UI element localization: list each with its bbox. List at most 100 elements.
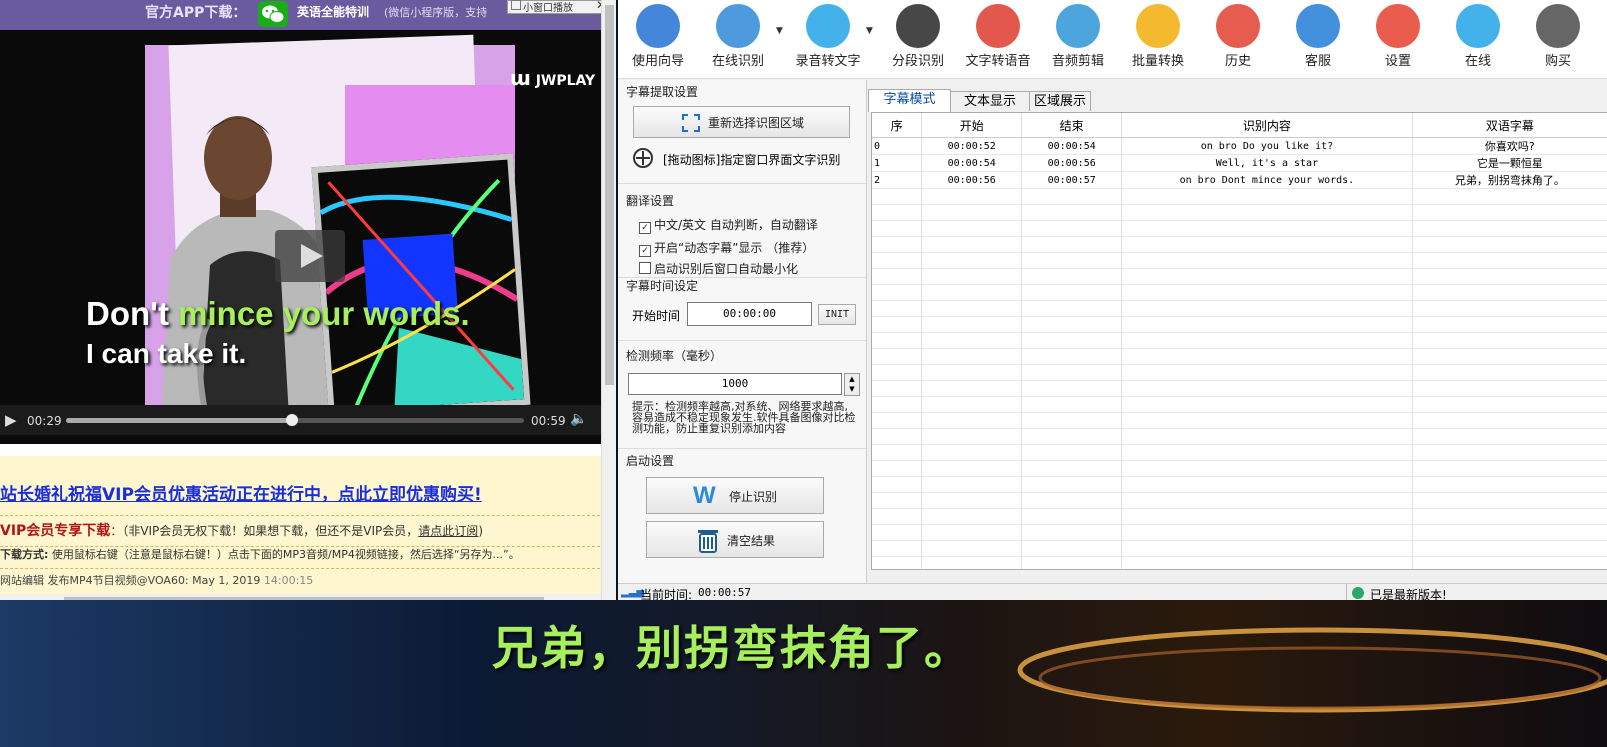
download-label: 下载方式: <box>0 548 49 561</box>
table-row[interactable] <box>872 508 1607 525</box>
vip-promo-link[interactable]: 站长婚礼祝福VIP会员优惠活动正在进行中，点此立即优惠购买! <box>0 480 600 516</box>
tab-subtitle-mode[interactable]: 字幕模式 <box>868 89 951 112</box>
table-cell <box>1021 412 1123 429</box>
tab-region-display[interactable]: 区域展示 <box>1029 91 1091 111</box>
table-row[interactable] <box>872 476 1607 493</box>
mini-window-button[interactable]: 小窗口播放 ✕ <box>507 0 616 14</box>
seek-knob[interactable] <box>286 414 298 426</box>
toolbar-cart-button[interactable]: 购买 <box>1518 0 1598 78</box>
history-icon <box>1216 4 1260 48</box>
table-cell <box>1021 204 1123 221</box>
wechat-icon[interactable] <box>258 1 288 27</box>
table-row[interactable]: 1 00:00:54 00:00:56 Well, it's a star 它是一颗恒星 <box>872 154 1607 172</box>
subscribe-link[interactable]: 请点此订阅 <box>418 524 478 538</box>
video-player[interactable]: ɯ JWPLAY Don't mince your words. I can t… <box>0 30 616 444</box>
table-row[interactable] <box>872 348 1607 365</box>
toolbar-label: 文字转语音 <box>965 54 1031 69</box>
column-header[interactable]: 开始 <box>921 113 1023 138</box>
table-row[interactable] <box>872 492 1607 509</box>
table-row[interactable] <box>872 380 1607 397</box>
table-row[interactable] <box>872 444 1607 461</box>
table-row[interactable] <box>872 236 1607 253</box>
toolbar-history-button[interactable]: 历史 <box>1198 0 1278 78</box>
table-cell <box>1412 268 1607 285</box>
toolbar-lifebuoy-button[interactable]: 设置 <box>1358 0 1438 78</box>
toolbar-label: 客服 <box>1304 54 1331 69</box>
toolbar-label: 批量转换 <box>1131 54 1184 69</box>
table-row[interactable] <box>872 364 1607 381</box>
toolbar-label: 购买 <box>1544 54 1571 69</box>
toolbar-help-button[interactable]: 客服 <box>1278 0 1358 78</box>
start-time-input[interactable]: 00:00:00 <box>687 302 812 326</box>
toolbar-w-logo-button[interactable]: 录音转文字 ▼ <box>788 0 873 78</box>
table-row[interactable] <box>872 396 1607 413</box>
table-row[interactable] <box>872 204 1607 221</box>
floating-subtitle: 兄弟，别拐弯抹角了。 <box>492 621 972 675</box>
table-cell <box>921 316 1023 333</box>
table-cell <box>1412 236 1607 253</box>
table-cell: 兄弟，别拐弯抹角了。 <box>1412 171 1607 189</box>
toolbar-user-button[interactable]: 在线 <box>1438 0 1518 78</box>
table-cell <box>1121 540 1413 557</box>
toolbar-navigation-arrow-button[interactable]: 使用向导 <box>618 0 698 78</box>
table-row[interactable]: 0 00:00:52 00:00:54 on bro Do you like it? 你… <box>872 137 1607 155</box>
toolbar-folder-button[interactable]: 批量转换 <box>1118 0 1198 78</box>
auto-translate-checkbox[interactable]: ✓ 中文/英文 自动判断，自动翻译 <box>639 216 818 234</box>
crosshair-drag-icon[interactable] <box>633 148 653 168</box>
table-cell <box>921 476 1023 493</box>
table-cell <box>1412 204 1607 221</box>
banner-app-name[interactable]: 英语全能特训 <box>297 3 369 20</box>
frequency-spinner[interactable]: ▲ ▼ <box>844 373 860 396</box>
table-cell <box>921 444 1023 461</box>
scroll-thumb[interactable] <box>605 5 614 385</box>
play-icon[interactable]: ▶ <box>5 411 17 429</box>
table-row[interactable]: 2 00:00:56 00:00:57 on bro Dont mince your … <box>872 171 1607 189</box>
column-header[interactable]: 双语字幕 <box>1412 113 1607 138</box>
toolbar-waveform-button[interactable]: 分段识别 <box>878 0 958 78</box>
toolbar-scissors-button[interactable]: 音频剪辑 <box>1038 0 1118 78</box>
vertical-scrollbar[interactable] <box>601 0 616 610</box>
column-header[interactable]: 结束 <box>1021 113 1123 138</box>
table-row[interactable] <box>872 252 1607 269</box>
table-row[interactable] <box>872 300 1607 317</box>
reselect-region-button[interactable]: 重新选择识图区域 <box>633 106 850 138</box>
minimize-checkbox[interactable]: 启动识别后窗口自动最小化 <box>639 260 798 277</box>
publish-footer: 网站编辑 发布MP4节目视频@VOA60: May 1, 2019 14:00:… <box>0 572 313 588</box>
table-row[interactable] <box>872 524 1607 541</box>
table-row[interactable] <box>872 284 1607 301</box>
column-header[interactable]: 序 <box>872 113 923 138</box>
table-row[interactable] <box>872 412 1607 429</box>
table-row[interactable] <box>872 540 1607 557</box>
table-cell <box>872 300 923 317</box>
frequency-input[interactable]: 1000 <box>628 373 842 395</box>
column-header[interactable]: 识别内容 <box>1121 113 1413 138</box>
table-cell <box>872 540 923 557</box>
clear-results-button[interactable]: 清空结果 <box>646 521 824 558</box>
volume-icon[interactable]: 🔈 <box>570 411 587 427</box>
init-button[interactable]: INIT <box>818 304 856 325</box>
table-row[interactable] <box>872 268 1607 285</box>
play-overlay-button[interactable] <box>275 230 345 282</box>
toolbar-label: 设置 <box>1384 54 1411 69</box>
dynamic-subtitle-checkbox[interactable]: ✓ 开启“动态字幕”显示 （推荐） <box>639 239 814 257</box>
chevron-down-icon[interactable]: ▼ <box>776 26 783 36</box>
table-row[interactable] <box>872 460 1607 477</box>
table-cell <box>921 204 1023 221</box>
table-row[interactable] <box>872 220 1607 237</box>
chevron-down-icon[interactable]: ▼ <box>866 26 873 36</box>
table-row[interactable] <box>872 556 1607 569</box>
toolbar-megaphone-button[interactable]: 文字转语音 <box>958 0 1038 78</box>
table-row[interactable] <box>872 188 1607 205</box>
table-cell <box>872 220 923 237</box>
stop-recognition-button[interactable]: W 停止识别 <box>646 477 824 514</box>
table-cell <box>1121 348 1413 365</box>
table-row[interactable] <box>872 316 1607 333</box>
table-row[interactable] <box>872 428 1607 445</box>
tab-text-display[interactable]: 文本显示 <box>950 91 1030 111</box>
results-table: 序开始 结束 识别内容 双语字幕 0 00:00:52 00:00:54 on bro Do… <box>871 112 1607 570</box>
toolbar-microphone-button[interactable]: 在线识别 ▼ <box>698 0 783 78</box>
table-cell <box>921 460 1023 477</box>
table-cell <box>1412 492 1607 509</box>
table-cell <box>1121 268 1413 285</box>
table-row[interactable] <box>872 332 1607 349</box>
